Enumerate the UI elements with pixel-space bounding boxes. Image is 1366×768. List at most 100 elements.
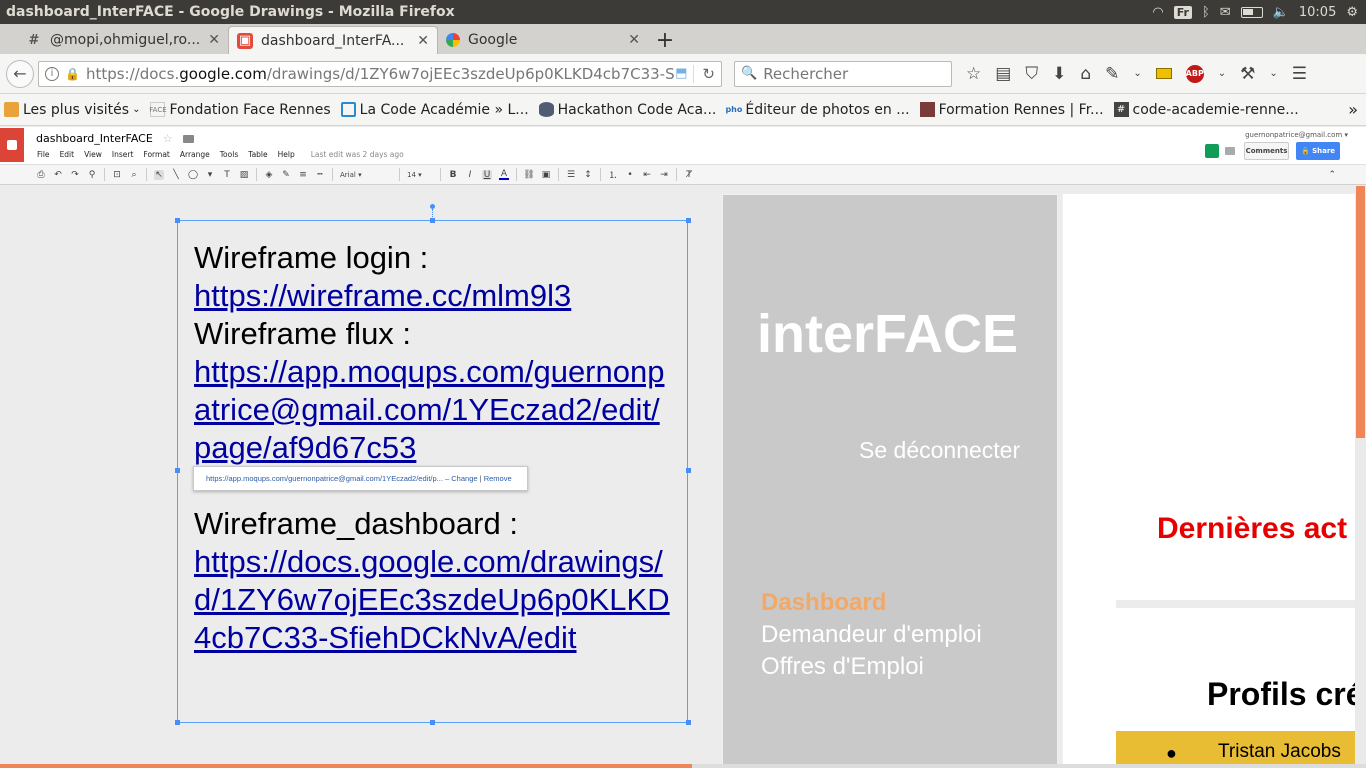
mockup-content[interactable]: Dernières act Profils cré ● Tristan Jaco… [1062, 194, 1366, 768]
tab-google[interactable]: Google ✕ [438, 26, 648, 54]
bookmark-code-academie[interactable]: La Code Académie » L... [340, 102, 529, 118]
volume-icon[interactable]: 🔈 [1273, 5, 1289, 20]
resize-handle-bottom[interactable] [430, 720, 435, 725]
tab-drawings[interactable]: ▣ dashboard_InterFA... ✕ [228, 26, 438, 54]
close-tab-icon[interactable]: ✕ [417, 33, 429, 49]
border-weight-icon[interactable]: ≡ [298, 170, 308, 180]
menu-table[interactable]: Table [248, 150, 267, 159]
menu-file[interactable]: File [37, 150, 50, 159]
bookmark-face-rennes[interactable]: FACE Fondation Face Rennes [149, 102, 330, 118]
border-dash-icon[interactable]: ┅ [315, 170, 325, 180]
image-icon[interactable]: ▨ [239, 170, 249, 180]
undo-icon[interactable]: ↶ [53, 170, 63, 180]
bookmark-photo-editor[interactable]: pho Éditeur de photos en ... [725, 102, 909, 118]
text-color-icon[interactable]: A [499, 169, 509, 180]
menu-format[interactable]: Format [143, 150, 169, 159]
line-spacing-icon[interactable]: ↕ [583, 170, 593, 180]
last-edit-link[interactable]: Last edit was 2 days ago [311, 150, 404, 159]
chat-icon[interactable] [1225, 147, 1235, 155]
bookmarks-list-icon[interactable]: ▤ [995, 64, 1011, 84]
resize-handle-bottom-right[interactable] [686, 720, 691, 725]
increase-indent-icon[interactable]: ⇥ [659, 170, 669, 180]
zoom-icon[interactable]: ⌕ [129, 170, 139, 180]
link-change-button[interactable]: Change [451, 474, 477, 483]
search-input[interactable]: 🔍 Rechercher [734, 60, 952, 87]
url-text[interactable]: https://docs.google.com/drawings/d/1ZY6w… [86, 65, 675, 83]
print-icon[interactable]: ⎙ [36, 170, 46, 180]
line-tool-icon[interactable]: ╲ [171, 170, 181, 180]
menu-help[interactable]: Help [278, 150, 295, 159]
dropdown-icon[interactable]: ▾ [205, 170, 215, 180]
document-title[interactable]: dashboard_InterFACE [36, 132, 153, 145]
menu-view[interactable]: View [84, 150, 102, 159]
resize-handle-bottom-left[interactable] [175, 720, 180, 725]
select-cursor-icon[interactable]: ↖ [154, 169, 164, 180]
mockup-sidebar[interactable]: interFACE Se déconnecter Dashboard Deman… [722, 194, 1058, 768]
zoom-fit-icon[interactable]: ⊡ [112, 170, 122, 180]
bulleted-list-icon[interactable]: • [625, 170, 635, 180]
link-bubble-url[interactable]: https://app.moqups.com/guernonpatrice@gm… [206, 474, 443, 483]
vertical-scrollbar[interactable] [1355, 186, 1366, 768]
close-tab-icon[interactable]: ✕ [628, 32, 640, 48]
eyedropper-icon[interactable]: ✎ [1105, 64, 1119, 84]
google-drawings-logo-icon[interactable] [0, 128, 24, 162]
adblock-icon[interactable]: ABP [1186, 64, 1204, 83]
more-bookmarks-icon[interactable]: » [1348, 100, 1358, 119]
tab-slack[interactable]: # @mopi,ohmiguel,ro... ✕ [18, 26, 228, 54]
clock[interactable]: 10:05 [1299, 5, 1336, 20]
paint-format-icon[interactable]: ⚲ [87, 170, 97, 180]
dropdown-icon[interactable]: ⌄ [1133, 68, 1141, 79]
drawing-canvas[interactable]: Wireframe login : https://wireframe.cc/m… [0, 186, 1366, 768]
new-tab-button[interactable]: + [648, 26, 682, 54]
wireframe-flux-link[interactable]: https://app.moqups.com/guernonpatrice@gm… [194, 353, 671, 467]
comments-button[interactable]: Comments [1244, 142, 1289, 160]
resize-handle-top-left[interactable] [175, 218, 180, 223]
resize-handle-top-right[interactable] [686, 218, 691, 223]
menu-edit[interactable]: Edit [60, 150, 75, 159]
collapse-toolbar-icon[interactable]: ⌃ [1328, 170, 1336, 180]
mail-icon[interactable]: ✉ [1220, 5, 1231, 20]
url-bar[interactable]: i 🔒 https://docs.google.com/drawings/d/1… [38, 60, 722, 87]
close-tab-icon[interactable]: ✕ [208, 32, 220, 48]
numbered-list-icon[interactable]: ⒈ [608, 170, 618, 181]
reader-view-icon[interactable]: ⬒ [675, 66, 687, 81]
notes-icon[interactable] [1155, 68, 1172, 79]
settings-gear-icon[interactable]: ⚙ [1346, 5, 1358, 20]
battery-icon[interactable] [1240, 6, 1263, 18]
font-size-select[interactable]: 14 ▾ [407, 171, 433, 179]
underline-icon[interactable]: U [482, 169, 492, 180]
bookmark-formation-rennes[interactable]: Formation Rennes | Fr... [919, 102, 1104, 118]
comment-icon[interactable]: ▣ [541, 170, 551, 180]
reload-icon[interactable]: ↻ [693, 64, 715, 83]
wifi-icon[interactable]: ◠ [1152, 5, 1163, 20]
wireframe-dashboard-link[interactable]: https://docs.google.com/drawings/d/1ZY6w… [194, 543, 671, 657]
home-icon[interactable]: ⌂ [1080, 64, 1091, 84]
clear-formatting-icon[interactable]: Ⱦ [684, 170, 694, 180]
border-color-icon[interactable]: ✎ [281, 170, 291, 180]
menu-insert[interactable]: Insert [112, 150, 134, 159]
keyboard-layout-indicator[interactable]: Fr [1173, 5, 1192, 19]
resize-handle-top[interactable] [430, 218, 435, 223]
bold-icon[interactable]: B [448, 170, 458, 180]
back-button[interactable]: ← [6, 59, 34, 88]
bluetooth-icon[interactable]: ᛒ [1202, 5, 1210, 20]
pocket-icon[interactable]: ⛉ [1025, 64, 1038, 84]
bookmark-hackathon[interactable]: Hackathon Code Aca... [538, 102, 716, 118]
info-icon[interactable]: i [45, 66, 59, 81]
bookmark-star-icon[interactable]: ☆ [966, 64, 981, 84]
dropdown-icon[interactable]: ⌄ [1269, 68, 1277, 79]
dropdown-icon[interactable]: ⌄ [1218, 68, 1226, 79]
align-icon[interactable]: ☰ [566, 170, 576, 180]
extension-icon[interactable]: ⚒ [1240, 64, 1255, 84]
vertical-scrollbar-thumb[interactable] [1356, 186, 1365, 438]
menu-tools[interactable]: Tools [220, 150, 238, 159]
bookmark-code-academie-slack[interactable]: # code-academie-renne... [1113, 102, 1299, 118]
text-box-icon[interactable]: T [222, 170, 232, 180]
redo-icon[interactable]: ↷ [70, 170, 80, 180]
shape-tool-icon[interactable]: ◯ [188, 170, 198, 180]
fill-color-icon[interactable]: ◈ [264, 170, 274, 180]
menu-arrange[interactable]: Arrange [180, 150, 210, 159]
horizontal-scrollbar[interactable] [0, 764, 1366, 768]
download-icon[interactable]: ⬇ [1052, 64, 1066, 84]
horizontal-scrollbar-thumb[interactable] [0, 764, 692, 768]
